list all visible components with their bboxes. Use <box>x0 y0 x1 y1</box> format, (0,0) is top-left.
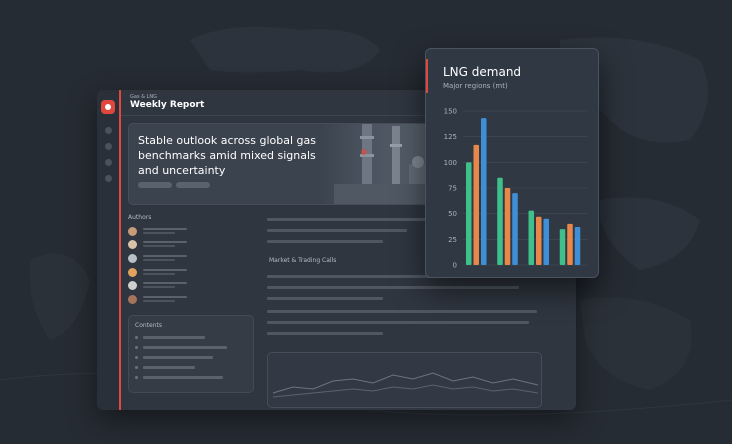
bar[interactable] <box>559 229 566 265</box>
author-row[interactable] <box>128 240 208 250</box>
bar[interactable] <box>504 188 511 265</box>
mini-line-chart <box>272 372 539 398</box>
tag-pill[interactable] <box>138 182 172 188</box>
text-line <box>267 286 519 289</box>
report-title: Weekly Report <box>130 100 205 110</box>
text-line <box>267 297 383 300</box>
author-row[interactable] <box>128 227 208 237</box>
lng-demand-card[interactable]: LNG demand Major regions (mt) 0 25 50 75 100… <box>425 48 599 278</box>
y-tick-label: 75 <box>448 185 457 193</box>
nav-dot-1[interactable] <box>105 127 112 134</box>
author-row[interactable] <box>128 295 208 305</box>
market-mini-chart <box>267 352 542 408</box>
bar[interactable] <box>543 218 550 265</box>
nav-dot-3[interactable] <box>105 159 112 166</box>
author-row[interactable] <box>128 254 208 264</box>
text-line <box>267 321 529 324</box>
market-trading-label: Market & Trading Calls <box>269 257 337 264</box>
author-row[interactable] <box>128 268 208 278</box>
y-tick-label: 100 <box>444 159 457 167</box>
hero-headline: Stable outlook across global gas benchma… <box>138 134 316 177</box>
text-line <box>267 332 383 335</box>
bar[interactable] <box>481 118 487 265</box>
contents-panel: Contents <box>128 315 254 393</box>
lng-demand-chart: 0 25 50 75 100 125 150 <box>444 108 588 270</box>
bar[interactable] <box>528 210 535 265</box>
left-rail <box>97 90 119 410</box>
app-logo-icon[interactable] <box>101 100 115 114</box>
y-tick-label: 125 <box>444 133 457 141</box>
nav-dot-2[interactable] <box>105 143 112 150</box>
text-line <box>267 310 537 313</box>
bar[interactable] <box>497 177 503 265</box>
y-tick-label: 50 <box>448 210 457 218</box>
authors-label: Authors <box>128 214 152 221</box>
author-row[interactable] <box>128 281 208 291</box>
text-line <box>267 229 407 232</box>
tag-pill[interactable] <box>176 182 210 188</box>
avatar <box>128 281 137 290</box>
text-line <box>267 240 383 243</box>
hero-banner[interactable]: Stable outlook across global gas benchma… <box>128 123 438 205</box>
bar[interactable] <box>574 227 581 265</box>
bar[interactable] <box>466 162 472 265</box>
avatar <box>128 254 137 263</box>
contents-label: Contents <box>135 322 162 329</box>
bar[interactable] <box>567 223 573 265</box>
avatar <box>128 240 137 249</box>
bar[interactable] <box>512 193 518 265</box>
accent-bar <box>119 90 121 410</box>
y-tick-label: 150 <box>444 108 457 116</box>
bar[interactable] <box>473 144 480 265</box>
y-tick-label: 0 <box>453 262 457 270</box>
gas-plant-image <box>334 124 437 204</box>
avatar <box>128 227 137 236</box>
avatar <box>128 268 137 277</box>
avatar <box>128 295 137 304</box>
bar[interactable] <box>536 216 542 265</box>
y-tick-label: 25 <box>448 236 457 244</box>
nav-dot-4[interactable] <box>105 175 112 182</box>
text-line <box>267 218 427 221</box>
